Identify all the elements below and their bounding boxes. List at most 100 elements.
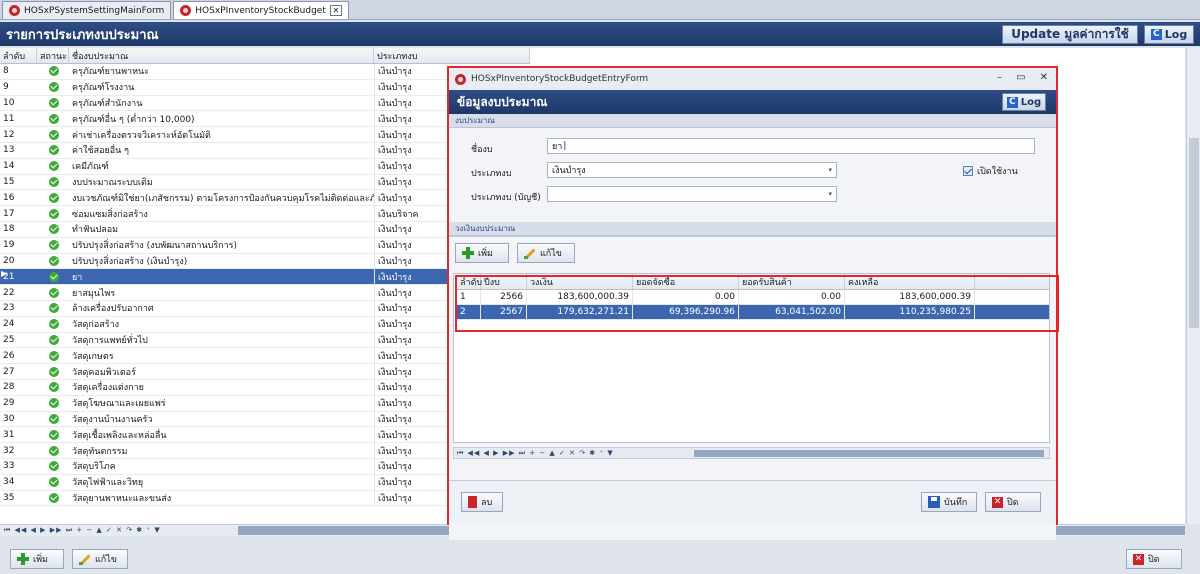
cell-name: วัสดุงานบ้านงานครัว — [72, 414, 153, 425]
amount-edit-button[interactable]: แก้ไข — [517, 243, 575, 263]
tab-inventory-stock-budget[interactable]: HOSxPInventoryStockBudget ✕ — [173, 1, 349, 19]
vertical-scrollbar[interactable] — [1186, 48, 1200, 524]
cell-status — [37, 380, 69, 395]
cell-status — [37, 80, 69, 95]
cell-status — [37, 222, 69, 237]
cell-name: ครุภัณฑ์สำนักงาน — [72, 98, 143, 109]
cell-status — [37, 96, 69, 111]
column-header-status[interactable]: สถานะ — [37, 48, 69, 63]
cell-name: วัสดุทันตกรรม — [72, 446, 128, 457]
add-label: เพิ่ม — [33, 555, 48, 565]
cell-status — [37, 127, 69, 142]
cell-name: ยาสมุนไพร — [72, 288, 116, 299]
log-icon: C — [1006, 96, 1018, 108]
cell-name: วัสดุไฟฟ้าและวิทยุ — [72, 478, 144, 489]
cell-name: ครุภัณฑ์โรงงาน — [72, 83, 135, 94]
save-button[interactable]: บันทึก — [921, 492, 977, 512]
delete-label: ลบ — [481, 498, 493, 508]
budget-type-value: เงินบำรุง — [552, 166, 586, 176]
dialog-window-title: HOSxPInventoryStockBudgetEntryForm — [471, 74, 649, 84]
dialog-header: ข้อมูลงบประมาณ C Log — [449, 90, 1056, 114]
cell-name: วัสดุเกษตร — [72, 351, 114, 362]
log-button[interactable]: C Log — [1144, 25, 1194, 44]
window-close-icon[interactable]: ✕ — [1040, 72, 1048, 83]
subgrid-navigator[interactable]: ⏮ ◀◀ ◀ ▶ ▶▶ ⏭ + − ▲ ✓ ✕ ↷ ✱ ⁺ ▼ — [453, 447, 1050, 459]
cell-status — [37, 427, 69, 442]
navigator-buttons[interactable]: ⏮ ◀◀ ◀ ▶ ▶▶ ⏭ + − ▲ ✓ ✕ ↷ ✱ ⁺ ▼ — [4, 526, 161, 535]
column-header-type[interactable]: ประเภทงบ — [374, 48, 530, 63]
log-label: Log — [1164, 28, 1188, 41]
cell-status — [37, 238, 69, 253]
app-icon — [180, 5, 192, 16]
status-ok-icon — [49, 82, 59, 93]
cell-status — [37, 206, 69, 221]
cell-no: 11 — [3, 113, 15, 124]
status-ok-icon — [49, 303, 59, 314]
close-label: ปิด — [1148, 555, 1160, 565]
cell-name: วัสดุบริโภค — [72, 462, 116, 473]
dialog-titlebar[interactable]: HOSxPInventoryStockBudgetEntryForm – ▭ ✕ — [449, 68, 1056, 90]
column-header-name[interactable]: ชื่องบประมาณ — [69, 48, 374, 63]
active-label: เปิดใช้งาน — [977, 167, 1018, 177]
delete-button[interactable]: ลบ — [461, 492, 503, 512]
cell-name: งบประมาณระบบเดิม — [72, 177, 153, 188]
cell-name: ครุภัณฑ์ยานพาหนะ — [72, 67, 149, 78]
scrollbar-thumb[interactable] — [1189, 138, 1199, 328]
chevron-down-icon[interactable]: ▾ — [828, 190, 832, 198]
status-ok-icon — [49, 271, 59, 282]
save-icon — [928, 496, 940, 508]
status-ok-icon — [49, 129, 59, 140]
close-button[interactable]: ✕ ปิด — [1126, 549, 1182, 569]
edit-button[interactable]: แก้ไข — [72, 549, 128, 569]
cell-name: วัสดุเครื่องแต่งกาย — [72, 383, 144, 394]
cell-name: ยา — [72, 272, 83, 283]
cell-status — [37, 412, 69, 427]
amount-add-button[interactable]: เพิ่ม — [455, 243, 509, 263]
column-header-no[interactable]: ลำดับ — [0, 48, 37, 63]
chevron-down-icon[interactable]: ▾ — [828, 166, 832, 174]
maximize-icon[interactable]: ▭ — [1016, 72, 1025, 83]
budget-amount-grid[interactable]: ลำดับ ปีงบ วงเงิน ยอดจัดซื้อ ยอดรับสินค้… — [453, 273, 1059, 443]
cell-no: 25 — [3, 334, 15, 345]
log-label: Log — [1020, 96, 1042, 108]
save-label: บันทึก — [944, 498, 968, 508]
status-ok-icon — [49, 192, 59, 203]
budget-type-select[interactable]: เงินบำรุง ▾ — [547, 162, 837, 178]
status-ok-icon — [49, 176, 59, 187]
cell-status — [37, 254, 69, 269]
cell-no: 10 — [3, 97, 15, 108]
close-label: ปิด — [1007, 498, 1019, 508]
cell-name: เคมีภัณฑ์ — [72, 162, 109, 173]
status-ok-icon — [49, 319, 59, 330]
tab-system-setting[interactable]: HOSxPSystemSettingMainForm — [2, 1, 172, 19]
update-usage-button[interactable]: Update มูลค่าการใช้ — [1002, 25, 1138, 44]
delete-icon — [468, 496, 477, 508]
cell-name: ทำฟันปลอม — [72, 225, 119, 236]
dialog-log-button[interactable]: C Log — [1002, 93, 1046, 111]
cell-no: 19 — [3, 240, 15, 251]
add-button[interactable]: เพิ่ม — [10, 549, 64, 569]
budget-name-input[interactable]: ยา | — [547, 138, 1035, 154]
active-checkbox[interactable]: เปิดใช้งาน — [963, 164, 1018, 178]
cell-no: 17 — [3, 208, 15, 219]
window-controls: – ▭ ✕ — [997, 72, 1048, 83]
page-title: รายการประเภทงบประมาณ — [6, 27, 159, 43]
amount-toolbar: เพิ่ม แก้ไข — [455, 243, 575, 263]
dialog-close-button[interactable]: ✕ ปิด — [985, 492, 1041, 512]
app-icon — [455, 73, 466, 85]
cell-name: วัสดุโฆษณาและเผยแพร่ — [72, 399, 166, 410]
add-label: เพิ่ม — [478, 249, 493, 259]
navigator-buttons[interactable]: ⏮ ◀◀ ◀ ▶ ▶▶ ⏭ + − ▲ ✓ ✕ ↷ ✱ ⁺ ▼ — [457, 449, 614, 458]
horizontal-scrollbar[interactable] — [694, 450, 1044, 457]
status-ok-icon — [49, 287, 59, 298]
status-ok-icon — [49, 398, 59, 409]
bottom-toolbar: เพิ่ม แก้ไข ✕ ปิด — [0, 538, 1200, 574]
checkbox-checked-icon[interactable] — [963, 166, 973, 176]
cell-no: 8 — [3, 66, 9, 77]
app-icon — [9, 5, 20, 16]
tab-close-icon[interactable]: ✕ — [329, 5, 342, 16]
minimize-icon[interactable]: – — [997, 72, 1002, 83]
cell-no: 16 — [3, 192, 15, 203]
account-type-select[interactable]: ▾ — [547, 186, 837, 202]
cell-no: 26 — [3, 350, 15, 361]
